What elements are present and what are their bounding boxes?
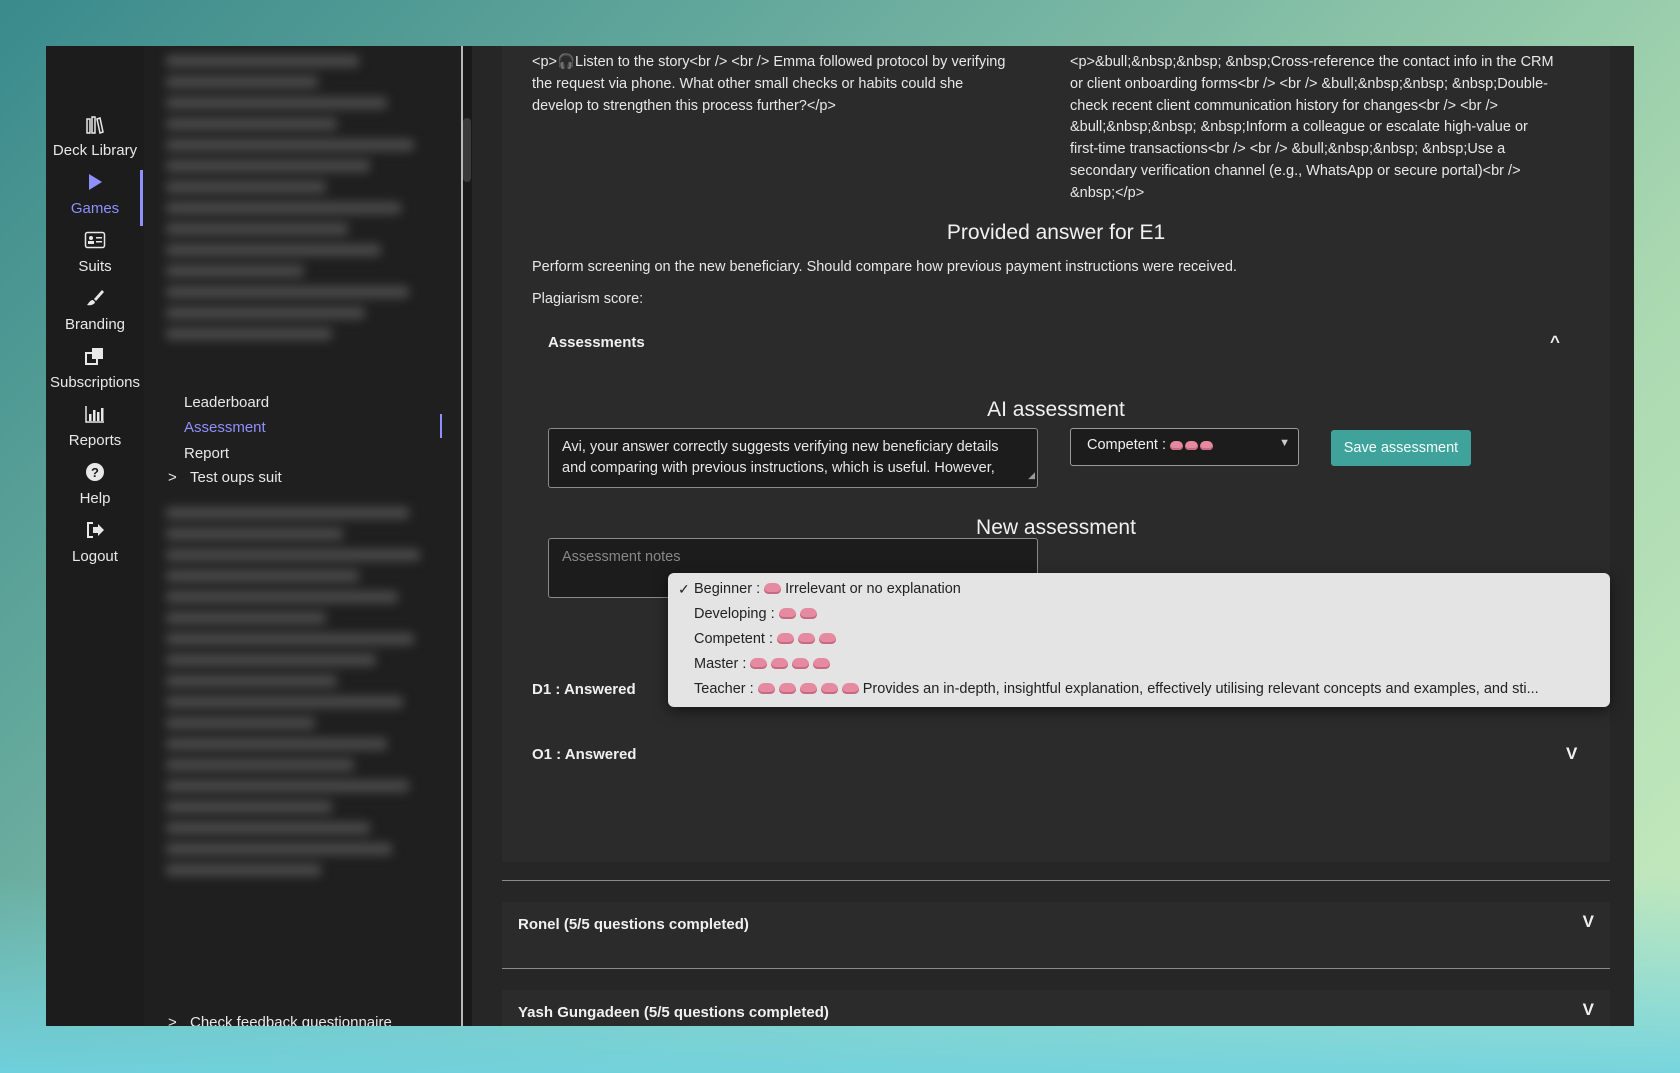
nav-label: Reports <box>68 432 122 449</box>
help-icon: ? <box>46 462 144 484</box>
bar-chart-icon <box>46 404 144 426</box>
tree-group-label: Test oups suit <box>190 469 282 486</box>
blurred-tree-items <box>166 46 442 349</box>
nav-item-reports[interactable]: Reports <box>46 404 144 449</box>
question-card: <p>🎧Listen to the story<br /> <br /> Emm… <box>502 46 1610 862</box>
option-developing[interactable]: Developing : <box>694 606 821 622</box>
svg-text:?: ? <box>91 465 99 480</box>
nav-item-help[interactable]: ? Help <box>46 462 144 507</box>
game-tree-panel: Leaderboard Assessment Report > Test oups… <box>144 46 462 1026</box>
chevron-down-icon: ▼ <box>1279 437 1290 449</box>
ai-assessment-notes[interactable]: Avi, your answer correctly suggests veri… <box>548 428 1038 488</box>
app-window: Deck Library Games Suits Branding Subscr… <box>46 46 1634 1026</box>
nav-item-subscriptions[interactable]: Subscriptions <box>46 346 144 391</box>
nav-item-deck-library[interactable]: Deck Library <box>46 114 144 159</box>
plagiarism-score-label: Plagiarism score: <box>532 291 644 307</box>
student-name: Ronel (5/5 questions completed) <box>518 916 749 933</box>
suggested-answer: <p>&bull;&nbsp;&nbsp; &nbsp;Cross-refere… <box>1070 54 1554 201</box>
chevron-down-icon[interactable]: V <box>1583 1000 1594 1020</box>
nav-label: Logout <box>72 548 118 565</box>
nav-label: Branding <box>64 316 126 333</box>
play-icon <box>46 172 144 194</box>
student-row-yash[interactable]: Yash Gungadeen (5/5 questions completed)… <box>502 990 1610 1026</box>
nav-label: Subscriptions <box>49 374 141 391</box>
question-prompt: <p>🎧Listen to the story<br /> <br /> Emm… <box>532 54 1006 114</box>
ai-assessment-text: Avi, your answer correctly suggests veri… <box>562 439 999 476</box>
assessments-header[interactable]: Assessments <box>548 334 645 351</box>
student-name: Yash Gungadeen (5/5 questions completed) <box>518 1004 829 1021</box>
nav-active-indicator <box>140 170 143 226</box>
chevron-down-icon[interactable]: V <box>1566 744 1577 764</box>
chevron-down-icon[interactable]: V <box>1583 912 1594 932</box>
library-icon <box>46 114 144 136</box>
tree-scrollbar[interactable] <box>462 46 472 1026</box>
nav-label: Suits <box>78 258 112 275</box>
chevron-up-icon[interactable]: ^ <box>1550 332 1560 352</box>
new-assessment-title: New assessment <box>976 516 1136 539</box>
nav-label: Help <box>79 490 111 507</box>
nav-label: Deck Library <box>52 142 138 159</box>
id-card-icon <box>46 230 144 252</box>
row-o1[interactable]: O1 : Answered <box>532 746 636 763</box>
nav-item-branding[interactable]: Branding <box>46 288 144 333</box>
chevron-right-icon: > <box>168 469 177 486</box>
subscriptions-icon <box>46 346 144 368</box>
answer-title: Provided answer for E1 <box>946 221 1166 244</box>
blurred-tree-items <box>166 498 442 885</box>
option-beginner[interactable]: Beginner : Irrelevant or no explanation <box>694 581 961 597</box>
resize-grip-icon[interactable]: ◢ <box>1028 465 1035 486</box>
option-competent[interactable]: Competent : <box>694 631 840 647</box>
tree-active-indicator <box>440 414 442 438</box>
panel-divider <box>461 46 463 1026</box>
tree-link-leaderboard[interactable]: Leaderboard <box>184 394 269 411</box>
save-assessment-button[interactable]: Save assessment <box>1331 430 1471 466</box>
tree-scrollbar-thumb[interactable] <box>463 118 471 182</box>
answer-text: Perform screening on the new beneficiary… <box>532 259 1237 275</box>
brain-rating <box>1170 437 1215 453</box>
nav-rail: Deck Library Games Suits Branding Subscr… <box>46 46 144 1026</box>
option-master[interactable]: Master : <box>694 656 834 672</box>
divider <box>502 880 1610 881</box>
notes-placeholder: Assessment notes <box>562 549 681 565</box>
nav-item-games[interactable]: Games <box>46 172 144 217</box>
tree-group-label: Check feedback questionnaire <box>190 1014 392 1026</box>
row-d1[interactable]: D1 : Answered <box>532 681 636 698</box>
nav-item-suits[interactable]: Suits <box>46 230 144 275</box>
student-row-ronel[interactable]: Ronel (5/5 questions completed) V <box>502 902 1610 968</box>
tree-group-test-oups-suit[interactable]: > Test oups suit <box>168 469 282 486</box>
option-teacher[interactable]: Teacher : Provides an in-depth, insightf… <box>694 681 1539 697</box>
checkmark-icon: ✓ <box>678 581 690 597</box>
tree-link-report[interactable]: Report <box>184 445 229 462</box>
ai-level-select[interactable]: Competent : ▼ <box>1070 428 1299 466</box>
main-content: <p>🎧Listen to the story<br /> <br /> Emm… <box>486 46 1634 1026</box>
ai-level-value: Competent : <box>1087 437 1166 453</box>
logout-icon <box>46 520 144 542</box>
chevron-right-icon: > <box>168 1014 177 1026</box>
nav-item-logout[interactable]: Logout <box>46 520 144 565</box>
level-dropdown-list: ✓ Beginner : Irrelevant or no explanatio… <box>668 573 1610 707</box>
tree-group-check-feedback[interactable]: > Check feedback questionnaire <box>168 1014 392 1026</box>
brush-icon <box>46 288 144 310</box>
nav-label: Games <box>70 200 120 217</box>
ai-assessment-title: AI assessment <box>987 398 1125 421</box>
tree-link-assessment[interactable]: Assessment <box>184 419 266 436</box>
divider <box>502 968 1610 969</box>
